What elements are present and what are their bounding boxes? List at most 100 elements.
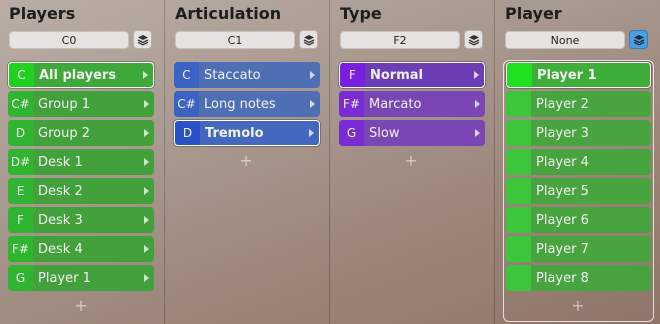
key-label: C — [9, 63, 34, 87]
player-add-button[interactable]: + — [571, 298, 585, 314]
players-column: Players C0 C All players C# Group 1 D Gr… — [0, 0, 164, 324]
item-label: Desk 3 — [38, 212, 83, 228]
articulation-item-tremolo[interactable]: D Tremolo — [174, 120, 320, 146]
player-color-swatch — [506, 120, 531, 146]
players-add-button[interactable]: + — [74, 298, 88, 314]
player-list: Player 1 Player 2 Player 3 Player 4 Play… — [506, 62, 651, 294]
players-item-desk-1[interactable]: D# Desk 1 — [8, 149, 154, 175]
players-title: Players — [9, 4, 76, 23]
player-item-4[interactable]: Player 4 — [506, 149, 651, 175]
chevron-right-icon — [144, 158, 149, 166]
player-panel: Player 1 Player 2 Player 3 Player 4 Play… — [503, 60, 654, 322]
type-item-normal[interactable]: F Normal — [339, 62, 485, 88]
type-item-marcato[interactable]: F# Marcato — [339, 91, 485, 117]
player-item-2[interactable]: Player 2 — [506, 91, 651, 117]
item-label: Group 1 — [38, 96, 90, 112]
item-label: Group 2 — [38, 125, 90, 141]
type-add-button[interactable]: + — [404, 153, 418, 169]
type-layers-button[interactable] — [464, 30, 483, 49]
item-label: Player 4 — [536, 154, 589, 170]
item-label: Desk 1 — [38, 154, 83, 170]
articulation-list: C Staccato C# Long notes D Tremolo — [174, 62, 320, 149]
chevron-right-icon — [144, 216, 149, 224]
player-item-3[interactable]: Player 3 — [506, 120, 651, 146]
key-label: F — [8, 207, 33, 233]
articulation-item-long-notes[interactable]: C# Long notes — [174, 91, 320, 117]
key-label: C# — [8, 91, 33, 117]
column-divider — [164, 0, 165, 324]
chevron-right-icon — [144, 245, 149, 253]
players-item-group-2[interactable]: D Group 2 — [8, 120, 154, 146]
type-selector[interactable]: F2 — [340, 31, 460, 49]
item-label: All players — [39, 67, 117, 83]
players-item-all-players[interactable]: C All players — [8, 62, 154, 88]
articulation-item-staccato[interactable]: C Staccato — [174, 62, 320, 88]
players-item-group-1[interactable]: C# Group 1 — [8, 91, 154, 117]
key-label: C# — [174, 91, 199, 117]
chevron-right-icon — [310, 71, 315, 79]
item-label: Desk 4 — [38, 241, 83, 257]
player-color-swatch — [506, 91, 531, 117]
key-label: D — [8, 120, 33, 146]
item-label: Player 1 — [38, 270, 91, 286]
player-title: Player — [505, 4, 562, 23]
item-label: Normal — [370, 67, 423, 83]
player-color-swatch — [506, 265, 531, 291]
players-layers-button[interactable] — [133, 30, 152, 49]
item-label: Slow — [369, 125, 400, 141]
item-label: Player 8 — [536, 270, 589, 286]
players-item-desk-2[interactable]: E Desk 2 — [8, 178, 154, 204]
item-label: Player 1 — [537, 67, 597, 83]
chevron-right-icon — [144, 100, 149, 108]
item-label: Player 3 — [536, 125, 589, 141]
articulation-layers-button[interactable] — [299, 30, 318, 49]
item-label: Marcato — [369, 96, 422, 112]
players-item-desk-3[interactable]: F Desk 3 — [8, 207, 154, 233]
column-divider — [494, 0, 495, 324]
chevron-right-icon — [309, 129, 314, 137]
layers-icon — [137, 34, 148, 46]
player-item-8[interactable]: Player 8 — [506, 265, 651, 291]
chevron-right-icon — [144, 274, 149, 282]
item-label: Player 7 — [536, 241, 589, 257]
articulation-title: Articulation — [175, 4, 282, 23]
players-item-player-1[interactable]: G Player 1 — [8, 265, 154, 291]
key-label: F# — [8, 236, 33, 262]
players-selector[interactable]: C0 — [9, 31, 129, 49]
player-item-6[interactable]: Player 6 — [506, 207, 651, 233]
player-item-5[interactable]: Player 5 — [506, 178, 651, 204]
players-item-desk-4[interactable]: F# Desk 4 — [8, 236, 154, 262]
articulation-add-button[interactable]: + — [239, 153, 253, 169]
articulation-column: Articulation C1 C Staccato C# Long notes… — [166, 0, 329, 324]
type-column: Type F2 F Normal F# Marcato G Slow + — [331, 0, 494, 324]
player-color-swatch — [506, 236, 531, 262]
player-color-swatch — [506, 207, 531, 233]
key-label: C — [174, 62, 199, 88]
chevron-right-icon — [474, 71, 479, 79]
item-label: Staccato — [204, 67, 261, 83]
chevron-right-icon — [475, 129, 480, 137]
item-label: Desk 2 — [38, 183, 83, 199]
layers-icon — [303, 34, 314, 46]
item-label: Player 2 — [536, 96, 589, 112]
item-label: Long notes — [204, 96, 276, 112]
key-label: F# — [339, 91, 364, 117]
player-color-swatch — [506, 178, 531, 204]
key-label: G — [8, 265, 33, 291]
key-label: G — [339, 120, 364, 146]
player-color-swatch — [507, 63, 532, 87]
type-item-slow[interactable]: G Slow — [339, 120, 485, 146]
key-label: D — [175, 121, 200, 145]
type-title: Type — [340, 4, 382, 23]
chevron-right-icon — [310, 100, 315, 108]
articulation-selector[interactable]: C1 — [175, 31, 295, 49]
item-label: Player 6 — [536, 212, 589, 228]
player-selector[interactable]: None — [505, 31, 625, 49]
chevron-right-icon — [475, 100, 480, 108]
item-label: Player 5 — [536, 183, 589, 199]
column-divider — [329, 0, 330, 324]
player-layers-button[interactable] — [629, 30, 648, 49]
player-item-7[interactable]: Player 7 — [506, 236, 651, 262]
player-item-1[interactable]: Player 1 — [506, 62, 651, 88]
key-label: F — [340, 63, 365, 87]
